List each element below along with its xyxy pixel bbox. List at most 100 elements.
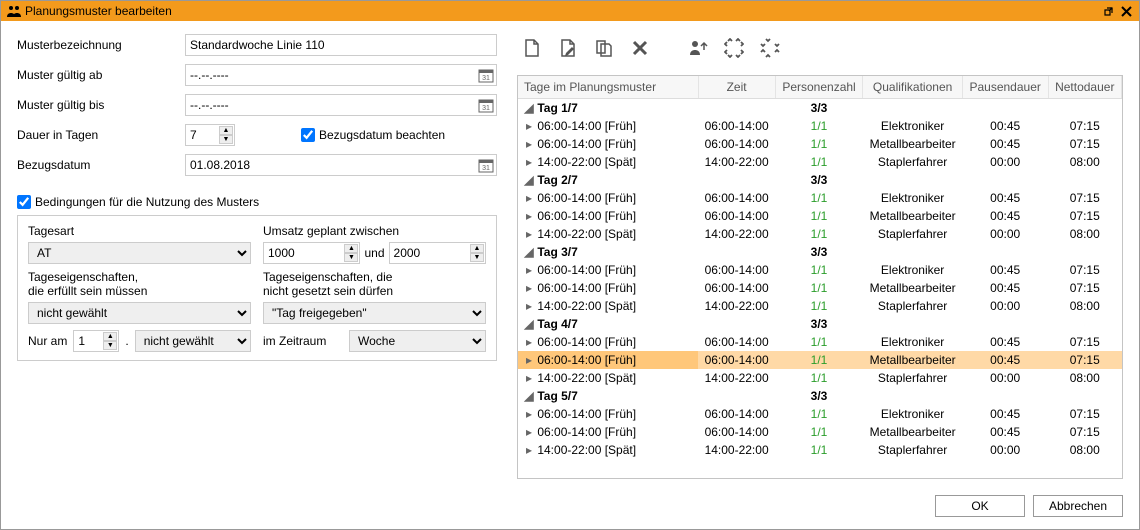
select-nur-am[interactable]: nicht gewählt [135, 330, 251, 352]
input-refdate[interactable] [185, 154, 497, 176]
copy-icon[interactable] [593, 37, 615, 59]
calendar-icon[interactable]: 31 [478, 67, 494, 83]
table-row[interactable]: ▸ 06:00-14:00 [Früh]06:00-14:001/1Metall… [518, 279, 1122, 297]
column-header[interactable]: Personenzahl [775, 76, 863, 99]
expand-icon[interactable]: ▸ [524, 425, 534, 439]
label-umsatz: Umsatz geplant zwischen [263, 224, 486, 238]
calendar-icon[interactable]: 31 [478, 157, 494, 173]
window: Planungsmuster bearbeiten Musterbezeichn… [0, 0, 1140, 530]
select-tagesart[interactable]: AT [28, 242, 251, 264]
table-row[interactable]: ▸ 06:00-14:00 [Früh]06:00-14:001/1Elektr… [518, 261, 1122, 279]
column-header[interactable]: Qualifikationen [863, 76, 963, 99]
expand-icon[interactable]: ▸ [524, 335, 534, 349]
column-header[interactable]: Tage im Planungsmuster [518, 76, 698, 99]
grid-pane: Tage im PlanungsmusterZeitPersonenzahlQu… [517, 33, 1123, 479]
spin-up-icon[interactable]: ▲ [219, 126, 233, 135]
table-row[interactable]: ▸ 06:00-14:00 [Früh]06:00-14:001/1Metall… [518, 207, 1122, 225]
table-row[interactable]: ▸ 06:00-14:00 [Früh]06:00-14:001/1Metall… [518, 423, 1122, 441]
collapse-icon[interactable]: ◢ [524, 389, 534, 403]
svg-text:31: 31 [482, 105, 490, 112]
select-props-mustnot[interactable]: "Tag freigegeben" [263, 302, 486, 324]
input-name[interactable] [185, 34, 497, 56]
expand-icon[interactable]: ▸ [524, 281, 534, 295]
edit-icon[interactable] [557, 37, 579, 59]
table-row[interactable]: ▸ 14:00-22:00 [Spät]14:00-22:001/1Staple… [518, 153, 1122, 171]
table-row[interactable]: ▸ 06:00-14:00 [Früh]06:00-14:001/1Metall… [518, 351, 1122, 369]
expand-icon[interactable]: ▸ [524, 443, 534, 457]
spin-down-icon[interactable]: ▼ [103, 341, 117, 350]
label-props-mustnot: Tageseigenschaften, dienicht gesetzt sei… [263, 270, 486, 298]
label-refdate-cbx: Bezugsdatum beachten [319, 128, 445, 142]
checkbox-conditions[interactable] [17, 195, 31, 209]
window-title: Planungsmuster bearbeiten [25, 4, 1097, 18]
table-row[interactable]: ◢ Tag 1/73/3 [518, 99, 1122, 118]
expand-icon[interactable]: ▸ [524, 119, 534, 133]
spin-up-icon[interactable]: ▲ [103, 332, 117, 341]
expand-all-icon[interactable] [723, 37, 745, 59]
table-row[interactable]: ▸ 14:00-22:00 [Spät]14:00-22:001/1Staple… [518, 225, 1122, 243]
table-row[interactable]: ▸ 06:00-14:00 [Früh]06:00-14:001/1Elektr… [518, 117, 1122, 135]
column-header[interactable]: Nettodauer [1048, 76, 1122, 99]
cancel-button[interactable]: Abbrechen [1033, 495, 1123, 517]
spin-down-icon[interactable]: ▼ [344, 253, 358, 262]
spin-up-icon[interactable]: ▲ [344, 244, 358, 253]
collapse-all-icon[interactable] [759, 37, 781, 59]
spin-down-icon[interactable]: ▼ [219, 135, 233, 144]
new-icon[interactable] [521, 37, 543, 59]
titlebar: Planungsmuster bearbeiten [1, 1, 1139, 21]
people-icon [7, 5, 21, 17]
assign-people-icon[interactable] [687, 37, 709, 59]
close-icon[interactable] [1119, 4, 1133, 18]
table-row[interactable]: ◢ Tag 3/73/3 [518, 243, 1122, 261]
expand-icon[interactable]: ▸ [524, 299, 534, 313]
label-und: und [364, 246, 384, 260]
label-conditions: Bedingungen für die Nutzung des Musters [35, 195, 259, 209]
expand-icon[interactable]: ▸ [524, 353, 534, 367]
collapse-icon[interactable]: ◢ [524, 173, 534, 187]
expand-icon[interactable]: ▸ [524, 263, 534, 277]
expand-icon[interactable]: ▸ [524, 191, 534, 205]
expand-icon[interactable]: ▸ [524, 407, 534, 421]
ok-button[interactable]: OK [935, 495, 1025, 517]
svg-text:31: 31 [482, 165, 490, 172]
collapse-icon[interactable]: ◢ [524, 317, 534, 331]
table-row[interactable]: ▸ 06:00-14:00 [Früh]06:00-14:001/1Elektr… [518, 405, 1122, 423]
expand-icon[interactable]: ▸ [524, 155, 534, 169]
label-nur-am: Nur am [28, 334, 67, 348]
table-row[interactable]: ▸ 14:00-22:00 [Spät]14:00-22:001/1Staple… [518, 441, 1122, 459]
column-header[interactable]: Zeit [698, 76, 775, 99]
conditions-box: Tagesart AT Umsatz geplant zwischen ▲▼ u… [17, 215, 497, 361]
delete-icon[interactable] [629, 37, 651, 59]
collapse-icon[interactable]: ◢ [524, 245, 534, 259]
table-row[interactable]: ▸ 06:00-14:00 [Früh]06:00-14:001/1Elektr… [518, 189, 1122, 207]
label-refdate: Bezugsdatum [17, 158, 177, 172]
expand-icon[interactable]: ▸ [524, 209, 534, 223]
label-props-must: Tageseigenschaften,die erfüllt sein müss… [28, 270, 251, 298]
expand-icon[interactable]: ▸ [524, 371, 534, 385]
label-duration: Dauer in Tagen [17, 128, 177, 142]
table-row[interactable]: ▸ 14:00-22:00 [Spät]14:00-22:001/1Staple… [518, 369, 1122, 387]
checkbox-refdate[interactable] [301, 128, 315, 142]
select-zeitraum[interactable]: Woche [349, 330, 486, 352]
grid[interactable]: Tage im PlanungsmusterZeitPersonenzahlQu… [517, 75, 1123, 479]
detach-icon[interactable] [1101, 4, 1115, 18]
spin-up-icon[interactable]: ▲ [470, 244, 484, 253]
select-props-must[interactable]: nicht gewählt [28, 302, 251, 324]
table-row[interactable]: ◢ Tag 4/73/3 [518, 315, 1122, 333]
table-row[interactable]: ▸ 14:00-22:00 [Spät]14:00-22:001/1Staple… [518, 297, 1122, 315]
table-row[interactable]: ▸ 06:00-14:00 [Früh]06:00-14:001/1Elektr… [518, 333, 1122, 351]
collapse-icon[interactable]: ◢ [524, 101, 534, 115]
expand-icon[interactable]: ▸ [524, 227, 534, 241]
input-valid-to[interactable] [185, 94, 497, 116]
label-valid-to: Muster gültig bis [17, 98, 177, 112]
column-header[interactable]: Pausendauer [962, 76, 1048, 99]
calendar-icon[interactable]: 31 [478, 97, 494, 113]
expand-icon[interactable]: ▸ [524, 137, 534, 151]
table-row[interactable]: ◢ Tag 5/73/3 [518, 387, 1122, 405]
table-row[interactable]: ◢ Tag 2/73/3 [518, 171, 1122, 189]
toolbar [517, 33, 1123, 67]
input-valid-from[interactable] [185, 64, 497, 86]
table-row[interactable]: ▸ 06:00-14:00 [Früh]06:00-14:001/1Metall… [518, 135, 1122, 153]
form-pane: Musterbezeichnung Muster gültig ab 31 Mu… [17, 33, 497, 479]
spin-down-icon[interactable]: ▼ [470, 253, 484, 262]
